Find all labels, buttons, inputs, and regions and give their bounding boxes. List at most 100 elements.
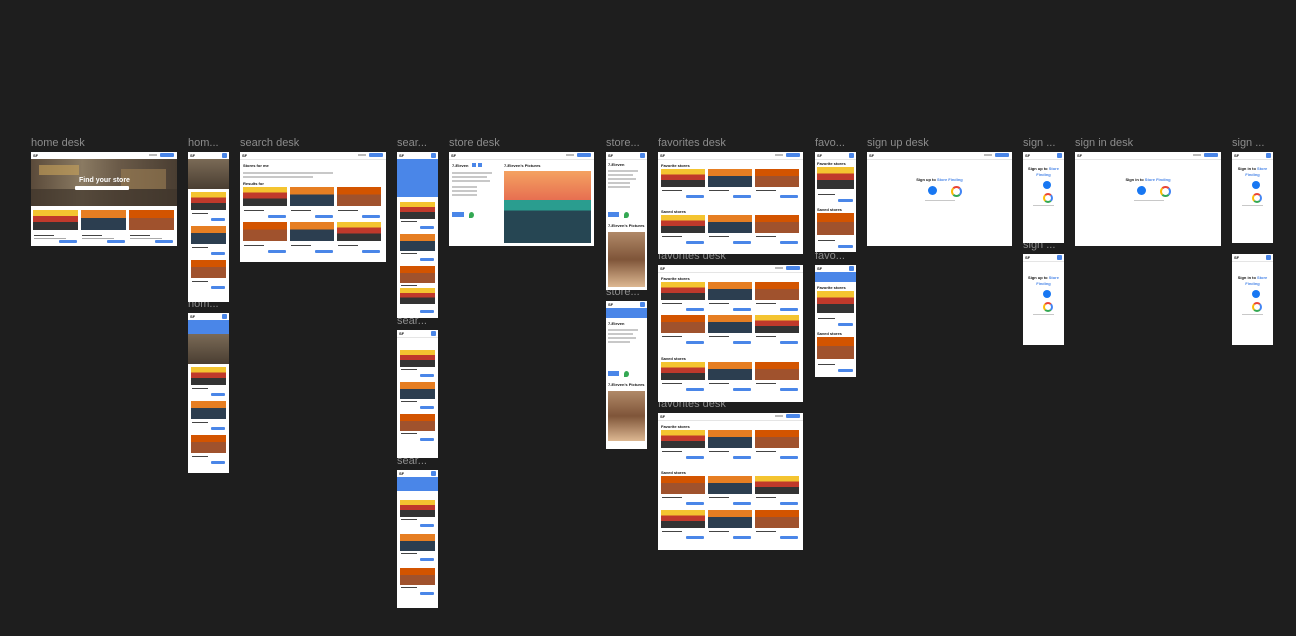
favorite-button[interactable] — [472, 163, 476, 167]
frame-store-desk[interactable]: SF 7-Eleven 7-Eleven's Pictures — [449, 152, 594, 246]
menu-button[interactable] — [431, 331, 436, 336]
store-card[interactable] — [191, 226, 226, 256]
store-card[interactable] — [708, 215, 752, 245]
store-card[interactable] — [708, 430, 752, 460]
search-input[interactable] — [75, 186, 129, 190]
facebook-icon[interactable] — [1043, 181, 1051, 189]
store-card[interactable] — [290, 187, 334, 219]
frame-search-mobile[interactable]: SF — [397, 152, 438, 318]
google-icon[interactable] — [1043, 193, 1053, 203]
store-card[interactable] — [191, 192, 226, 222]
frame-label-signin-desk[interactable]: sign in desk — [1075, 137, 1133, 149]
directions-button[interactable] — [608, 212, 619, 217]
store-card[interactable] — [708, 169, 752, 199]
store-card[interactable] — [817, 167, 854, 203]
menu-button[interactable] — [1057, 255, 1062, 260]
frame-signin-mobile[interactable]: SF Sign in to Store Finding — [1232, 152, 1273, 243]
store-card[interactable] — [661, 476, 705, 506]
store-card[interactable] — [191, 260, 226, 290]
frame-label-signup-mobile[interactable]: sign ... — [1023, 137, 1055, 149]
store-card[interactable] — [817, 291, 854, 327]
menu-panel[interactable] — [188, 320, 229, 334]
frame-label-store-desk[interactable]: store desk — [449, 137, 500, 149]
frame-label-favorites-mobile[interactable]: favo... — [815, 137, 845, 149]
store-card[interactable] — [708, 282, 752, 312]
search-input[interactable] — [243, 176, 313, 178]
menu-button[interactable] — [1266, 255, 1271, 260]
google-icon[interactable] — [1043, 302, 1053, 312]
sign-up-button[interactable] — [1204, 153, 1218, 157]
store-card[interactable] — [400, 382, 435, 410]
frame-label-search-mobile[interactable]: sear... — [397, 137, 427, 149]
store-card[interactable] — [817, 213, 854, 249]
frame-search-mobile-3[interactable]: SF — [397, 470, 438, 608]
frame-store-mobile[interactable]: SF 7-Eleven 7-Eleven's Pictures — [606, 152, 647, 290]
frame-signup-mobile[interactable]: SF Sign up to Store Finding — [1023, 152, 1064, 243]
menu-panel[interactable] — [397, 477, 438, 491]
store-card[interactable] — [661, 215, 705, 245]
store-card[interactable] — [755, 510, 799, 540]
store-card[interactable] — [708, 510, 752, 540]
menu-button[interactable] — [849, 153, 854, 158]
store-card[interactable] — [400, 202, 435, 230]
frame-store-mobile-2[interactable]: SF 7-Eleven 7-Eleven's Pictures — [606, 301, 647, 449]
account-button[interactable] — [786, 266, 800, 270]
frame-home-mobile[interactable]: SF — [188, 152, 229, 302]
maps-icon[interactable] — [624, 371, 629, 377]
facebook-icon[interactable] — [1043, 290, 1051, 298]
store-card[interactable] — [708, 476, 752, 506]
store-card[interactable] — [755, 362, 799, 392]
store-card[interactable] — [708, 315, 752, 345]
store-card[interactable] — [243, 187, 287, 219]
frame-favorites-desk[interactable]: SF Favorite stores Saved stores — [658, 152, 803, 254]
google-icon[interactable] — [1160, 186, 1171, 197]
store-card[interactable] — [400, 414, 435, 442]
store-photo-gallery[interactable] — [608, 391, 645, 441]
facebook-icon[interactable] — [1252, 290, 1260, 298]
store-card[interactable] — [400, 234, 435, 262]
facebook-icon[interactable] — [1252, 181, 1260, 189]
menu-button[interactable] — [640, 153, 645, 158]
store-card[interactable] — [400, 500, 435, 528]
store-card[interactable] — [191, 367, 226, 397]
menu-button[interactable] — [431, 153, 436, 158]
frame-label-favorites-desk[interactable]: favorites desk — [658, 137, 726, 149]
menu-button[interactable] — [222, 153, 227, 158]
store-photo-gallery[interactable] — [608, 232, 645, 287]
frame-signin-mobile-2[interactable]: SF Sign in to Store Finding — [1232, 254, 1273, 345]
store-card[interactable] — [755, 476, 799, 506]
store-card[interactable] — [129, 210, 174, 244]
brand-link[interactable]: Store Finding — [937, 177, 963, 182]
menu-panel[interactable] — [815, 272, 856, 282]
store-card[interactable] — [817, 337, 854, 373]
frame-signin-desk[interactable]: SF Sign in to Store Finding — [1075, 152, 1221, 246]
frame-label-signin-mobile[interactable]: sign ... — [1232, 137, 1264, 149]
store-card[interactable] — [661, 510, 705, 540]
store-card[interactable] — [81, 210, 126, 244]
menu-button[interactable] — [1057, 153, 1062, 158]
maps-icon[interactable] — [624, 212, 629, 218]
sign-in-button[interactable] — [995, 153, 1009, 157]
frame-label-store-mobile[interactable]: store... — [606, 137, 640, 149]
frame-favorites-desk-2[interactable]: SF Favorite stores Saved stores — [658, 265, 803, 402]
search-filters[interactable] — [243, 172, 333, 174]
search-panel[interactable] — [397, 159, 438, 197]
frame-home-desk[interactable]: SF Find your store — [31, 152, 177, 246]
frame-home-mobile-2[interactable]: SF — [188, 313, 229, 473]
menu-button[interactable] — [431, 471, 436, 476]
frame-favorites-desk-3[interactable]: SF Favorite stores Saved stores — [658, 413, 803, 550]
facebook-icon[interactable] — [1137, 186, 1146, 195]
save-button[interactable] — [478, 163, 482, 167]
store-card[interactable] — [400, 534, 435, 562]
menu-panel[interactable] — [606, 308, 647, 318]
frame-favorites-mobile[interactable]: SF Favorite stores Saved stores — [815, 152, 856, 252]
store-card[interactable] — [191, 435, 226, 465]
sign-in-button[interactable] — [160, 153, 174, 157]
directions-button[interactable] — [608, 371, 619, 376]
store-card[interactable] — [33, 210, 78, 244]
frame-label-home-mobile[interactable]: hom... — [188, 137, 219, 149]
store-card[interactable] — [755, 430, 799, 460]
directions-button[interactable] — [452, 212, 464, 217]
store-card[interactable] — [708, 362, 752, 392]
store-card[interactable] — [755, 169, 799, 199]
